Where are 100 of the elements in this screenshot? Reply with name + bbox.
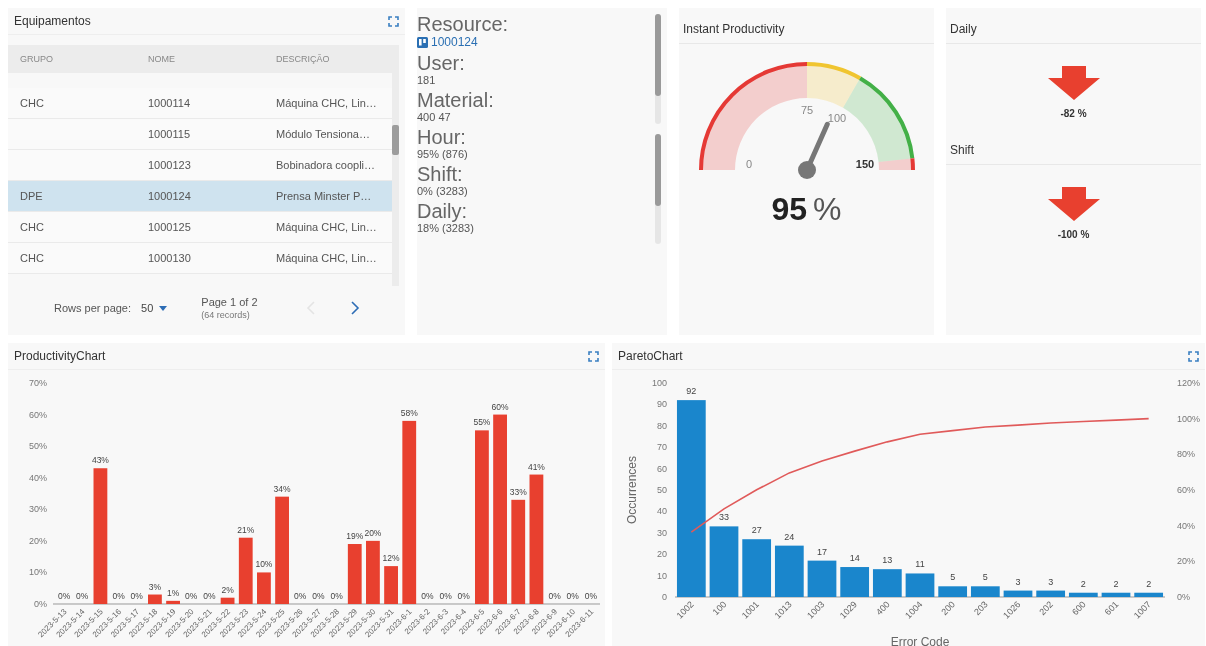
caret-icon	[159, 305, 168, 311]
table-cell: Prensa Minster P…	[276, 190, 372, 202]
tick-label: 40%	[1177, 520, 1195, 531]
expand-icon[interactable]	[1188, 350, 1199, 362]
tick-label: 20%	[29, 535, 47, 546]
gauge-tick-label: 75	[800, 104, 813, 116]
expand-icon[interactable]	[588, 350, 599, 362]
data-label: 60%	[491, 401, 509, 412]
down-arrow-icon	[1047, 66, 1100, 100]
table-row[interactable]: DPE 1000124 Prensa Minster P…	[8, 181, 392, 212]
gauge-value: 95	[771, 191, 808, 228]
data-label: 0%	[421, 591, 434, 601]
table-cell: 1000115	[148, 128, 190, 140]
data-label: 3	[1015, 576, 1021, 587]
tick-label: 0%	[34, 599, 47, 609]
tick-label: 100	[710, 599, 729, 618]
data-label: 5	[950, 572, 956, 583]
table-cell: Máquina CHC, Lin…	[276, 221, 377, 233]
tick-label: 70%	[29, 378, 47, 388]
panel-title: Instant Productivity	[679, 8, 934, 44]
rows-per-page-dropdown[interactable]: 50	[139, 302, 170, 314]
scrollbar[interactable]	[655, 14, 661, 124]
field-value: 0% (3283)	[417, 185, 469, 197]
gauge-tick-label: 100	[827, 112, 846, 125]
table-cell: CHC	[20, 97, 44, 109]
data-label: 33	[719, 512, 729, 523]
data-label: 24	[784, 531, 795, 542]
data-label: 41%	[527, 461, 545, 472]
data-label: 0%	[130, 591, 143, 601]
tick-label: 80%	[1177, 449, 1195, 460]
gauge-tick-label: 150	[855, 158, 874, 170]
tick-label: 0	[662, 592, 667, 602]
trend-value: -82 %	[1060, 108, 1087, 119]
tick-label: 0%	[1177, 592, 1190, 602]
data-label: 5	[982, 572, 988, 583]
resource-link[interactable]: 1000124	[431, 35, 478, 49]
tick-label: 120%	[1177, 378, 1201, 388]
next-page-icon[interactable]	[350, 301, 360, 315]
record-count: (64 records)	[201, 310, 251, 320]
tick-label: 600	[1070, 599, 1088, 618]
panel-title: Shift	[946, 129, 1201, 165]
data-label: 0%	[548, 591, 561, 601]
tick-label: 40	[657, 506, 667, 517]
data-label: 17	[817, 546, 827, 557]
table-cell: 1000124	[148, 190, 191, 202]
data-label: 0%	[112, 591, 125, 601]
data-label: 0%	[330, 591, 343, 601]
data-label: 58%	[400, 407, 418, 418]
field-label: Shift:	[417, 164, 464, 185]
panel-title: Equipamentos	[14, 14, 91, 28]
data-label: 14	[849, 553, 860, 564]
table-cell: 1000130	[148, 252, 191, 264]
table-cell: CHC	[20, 221, 44, 233]
data-label: 0%	[584, 591, 598, 601]
tick-label: 70	[657, 442, 667, 453]
data-label: 0%	[312, 591, 325, 601]
tick-label: 10%	[29, 567, 47, 578]
field-value: 181	[417, 74, 437, 86]
data-label: 0%	[203, 591, 216, 601]
panel-title: Daily	[946, 8, 1201, 44]
table-cell: Módulo Tensiona…	[276, 128, 370, 140]
tick-label: 203	[972, 599, 990, 618]
table-cell: DPE	[20, 190, 43, 202]
field-value: 95% (876)	[417, 148, 469, 160]
data-label: 0%	[457, 591, 470, 601]
data-label: 0%	[185, 591, 198, 601]
data-label: 0%	[566, 591, 579, 601]
tick-label: 100	[651, 378, 667, 388]
data-label: 2	[1113, 578, 1119, 589]
data-label: 13	[882, 555, 893, 566]
tick-label: 20	[657, 549, 667, 560]
axis-title: Error Code	[890, 635, 950, 646]
expand-icon[interactable]	[388, 15, 399, 27]
panel-title: ProductivityChart	[14, 349, 106, 363]
data-label: 12%	[382, 553, 400, 564]
tick-label: 30%	[29, 504, 47, 515]
data-label: 34%	[273, 483, 291, 494]
tick-label: 60%	[1177, 485, 1195, 495]
gauge-unit: %	[813, 191, 842, 228]
trend-value: -100 %	[1057, 229, 1090, 240]
data-label: 3%	[148, 581, 162, 592]
tick-label: 50	[657, 485, 667, 495]
tick-label: 601	[1102, 599, 1121, 618]
data-label: 1%	[166, 587, 180, 598]
table-cell: Bobinadora coopli…	[276, 159, 376, 171]
tick-label: 202	[1037, 599, 1056, 618]
tick-label: 60	[657, 463, 667, 474]
scrollbar[interactable]	[655, 134, 661, 244]
tick-label: 30	[657, 527, 667, 538]
field-label: Hour:	[417, 127, 467, 148]
tick-label: 200	[939, 599, 958, 618]
table-cell: Máquina CHC, Lin…	[276, 252, 377, 264]
down-arrow-icon	[1047, 187, 1100, 221]
axis-title: Occurrences	[625, 456, 639, 524]
field-value: 400 47	[417, 111, 452, 123]
tick-label: 10	[657, 570, 667, 581]
field-value: 18% (3283)	[417, 222, 475, 234]
tick-label: 40%	[29, 472, 47, 483]
scrollbar[interactable]	[392, 73, 399, 286]
field-label: User:	[417, 53, 466, 74]
